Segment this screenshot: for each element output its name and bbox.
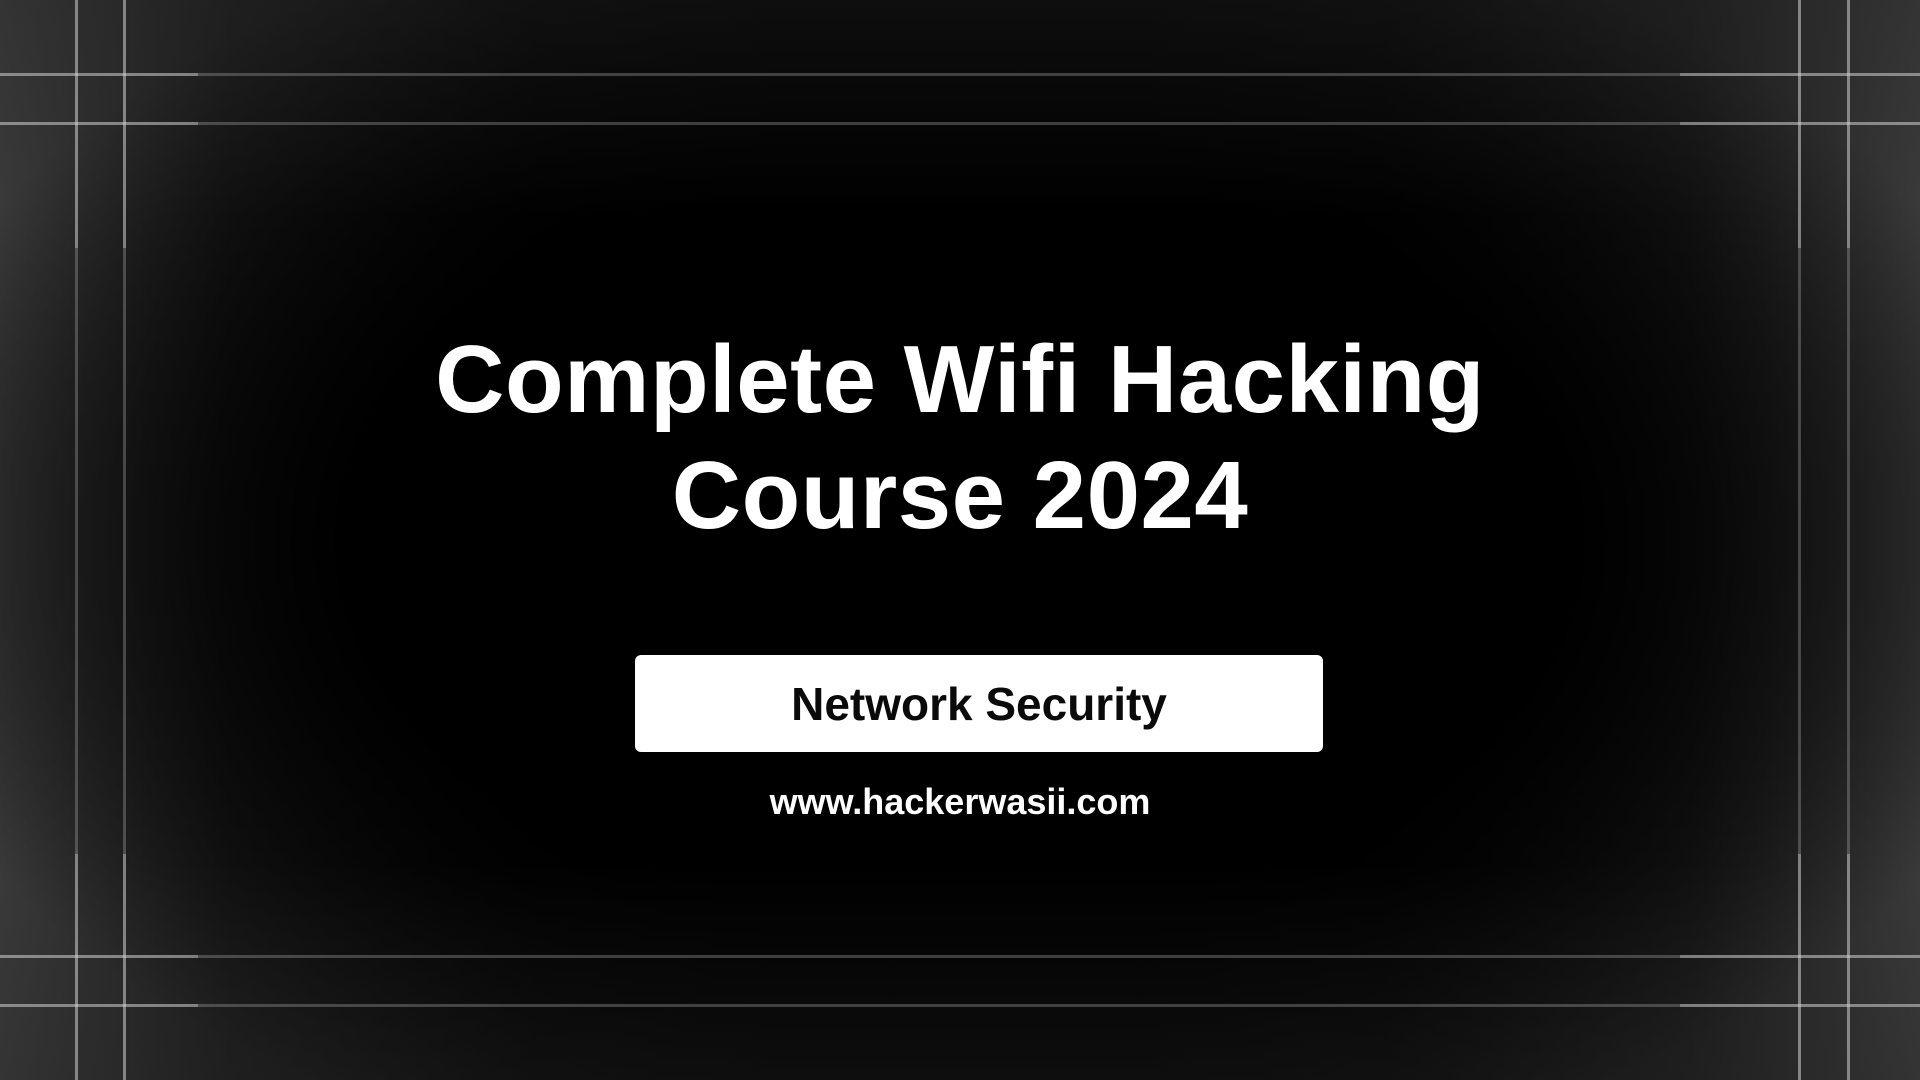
website-url: www.hackerwasii.com	[769, 781, 1151, 822]
frame-line-bottom-2	[198, 1004, 1680, 1007]
frame-line-bottom-left-2	[0, 1004, 198, 1007]
frame-line-left-2-bottom	[123, 854, 126, 1080]
course-title-line-1: Complete Wifi Hacking	[435, 326, 1485, 433]
frame-line-left-1-top	[75, 0, 78, 248]
frame-line-top-left-1	[0, 73, 198, 76]
course-title-line-2: Course 2024	[671, 442, 1249, 549]
frame-line-left-1-bottom	[75, 854, 78, 1080]
course-title: Complete Wifi Hacking Course 2024	[0, 322, 1920, 554]
frame-line-right-1-top	[1798, 0, 1801, 248]
frame-line-bottom-left-1	[0, 955, 198, 958]
title-card: Complete Wifi Hacking Course 2024 Networ…	[0, 0, 1920, 1080]
frame-line-right-2-top	[1847, 0, 1850, 248]
frame-line-top-2	[198, 122, 1680, 125]
frame-line-top-1	[198, 73, 1680, 76]
frame-line-left-2-top	[123, 0, 126, 248]
frame-line-right-2-bottom	[1847, 854, 1850, 1080]
frame-line-right-1-bottom	[1798, 854, 1801, 1080]
category-badge: Network Security	[635, 655, 1323, 752]
frame-line-top-left-2	[0, 122, 198, 125]
frame-line-bottom-1	[198, 955, 1680, 958]
category-badge-label: Network Security	[791, 677, 1167, 730]
